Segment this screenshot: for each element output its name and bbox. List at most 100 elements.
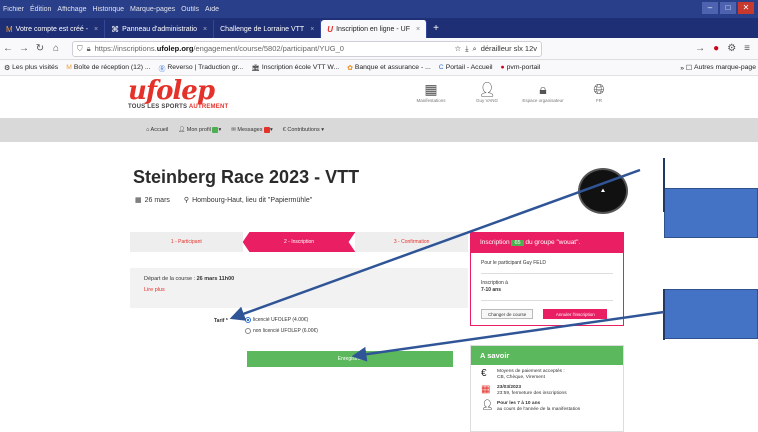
tab-inscription[interactable]: U Inscription en ligne - UF × (321, 20, 428, 38)
mail-icon: M (6, 24, 13, 34)
menu-aide[interactable]: Aide (202, 6, 222, 13)
window-controls: – □ ✕ (702, 2, 754, 14)
category-label: Inscription à (481, 280, 508, 286)
radio-licencie[interactable] (245, 317, 251, 323)
header-link-language[interactable]: 🌐︎ FR (580, 80, 618, 103)
tab-mail[interactable]: M Votre compte est créé - × (0, 20, 106, 38)
forward-icon[interactable]: → (16, 43, 32, 54)
bookmark-item[interactable]: C Portail - Accueil (435, 64, 497, 71)
bookmark-item[interactable]: Ⓡ Reverso | Traduction gr... (155, 63, 248, 73)
tab-challenge[interactable]: Challenge de Lorraine VTT × (214, 20, 322, 38)
adblock-icon[interactable]: ● (713, 43, 719, 54)
info-item-deadline: ▦ 23/03/2023 23:59, fermeture des inscrip… (481, 384, 567, 397)
inscription-header: Inscription 65 du groupe "wouat". (471, 233, 623, 253)
inscription-actions: Changer de course Annuler l'inscription (481, 309, 613, 319)
tab-label: Inscription en ligne - UF (336, 25, 410, 33)
shield-icon: ⛉ (77, 43, 83, 53)
tab-bar: M Votre compte est créé - × ⌘ Panneau d'… (0, 18, 758, 38)
close-tab-icon[interactable]: × (94, 26, 98, 33)
subnav-profil[interactable]: 👤︎ Mon profil ▾ (178, 127, 221, 133)
portal-icon: C (438, 64, 444, 71)
tarif-option-licencie[interactable]: licencié UFOLEP (4.00€) (245, 317, 308, 323)
header-link-organisateur[interactable]: 🔒︎ Espace organisateur (522, 80, 563, 103)
bookmark-item[interactable]: 🏛︎ Inscription école VTT W... (247, 64, 343, 72)
header-links: ▦ Manifestations 👤︎ Guy VANG 🔒︎ Espace o… (412, 80, 618, 103)
event-meta: ▦ 26 mars ⚲ Hombourg-Haut, lieu dit "Papie… (135, 196, 312, 204)
user-icon: 👤︎ (178, 127, 187, 133)
annotation-box-bottom (664, 289, 758, 339)
close-tab-icon[interactable]: × (310, 26, 314, 33)
url-text: https://inscriptions.ufolep.org/engageme… (94, 44, 344, 53)
info-panel: A savoir € Moyens de paiement acceptés :… (470, 345, 624, 432)
maximize-icon[interactable]: □ (720, 2, 736, 14)
close-tab-icon[interactable]: × (416, 26, 420, 33)
subnav-messages[interactable]: ✉ Messages ▾ (231, 127, 273, 133)
subnav-contributions[interactable]: € Contributions ▾ (283, 127, 324, 133)
radio-non-licencie[interactable] (245, 328, 251, 334)
download-icon[interactable]: ⤓ (465, 44, 468, 54)
site-header: ufolep TOUS LES SPORTS AUTREMENT ▦ Manif… (0, 76, 758, 118)
logo-tagline: TOUS LES SPORTS AUTREMENT (128, 104, 229, 110)
menu-edition[interactable]: Édition (27, 6, 54, 13)
header-link-manifestations[interactable]: ▦ Manifestations (412, 80, 450, 103)
forward-arrow-icon[interactable]: → (695, 43, 705, 54)
menu-marque-pages[interactable]: Marque-pages (127, 6, 178, 13)
tab-label: Panneau d'administratio (122, 25, 198, 33)
url-search: ☆ ⤓ ⌕ dérailleur slx 12v (454, 44, 537, 54)
logo-wordmark: ufolep (128, 76, 215, 106)
mail-icon: M (66, 64, 72, 71)
bookmark-item[interactable]: ● pvm-portail (497, 64, 545, 71)
calendar-icon: ▦ (135, 197, 142, 204)
close-tab-icon[interactable]: × (203, 26, 207, 33)
submit-button[interactable]: Enregistrer (247, 351, 453, 367)
depart-info: Départ de la course : 26 mars 11h00 Lire… (130, 268, 468, 308)
depart-time: 26 mars 11h00 (196, 276, 235, 282)
ufolep-logo[interactable]: ufolep TOUS LES SPORTS AUTREMENT (128, 76, 229, 110)
change-course-button[interactable]: Changer de course (481, 309, 534, 319)
other-bookmarks[interactable]: » ☐ Autres marque-page (676, 64, 758, 72)
bank-flower-icon: ✿ (347, 64, 353, 72)
gear-icon: ⚙ (4, 64, 11, 72)
menu-historique[interactable]: Historique (89, 6, 127, 13)
messages-badge (264, 127, 270, 133)
profil-badge (212, 127, 219, 133)
reload-icon[interactable]: ↻ (32, 43, 48, 54)
tab-label: Votre compte est créé - (15, 25, 89, 33)
search-query: dérailleur slx 12v (480, 44, 537, 53)
bookmark-item[interactable]: ⚙ Les plus visités (0, 64, 62, 72)
participant-text: Pour le participant Guy FELD (481, 260, 547, 266)
tarif-option-non-licencie[interactable]: non licencié UFOLEP (6.00€) (245, 328, 318, 334)
home-icon[interactable]: ⌂ (48, 43, 64, 54)
step-confirmation: 3 - Confirmation (355, 232, 469, 252)
extensions-icon[interactable]: ⚙ (727, 43, 736, 54)
bookmark-item[interactable]: ✿ Banque et assurance - ... (343, 64, 435, 72)
menu-outils[interactable]: Outils (178, 6, 202, 13)
cancel-inscription-button[interactable]: Annuler l'inscription (543, 309, 608, 319)
back-icon[interactable]: ← (0, 43, 16, 54)
bookmark-item[interactable]: M Boîte de réception (12) ... (62, 64, 154, 71)
minimize-icon[interactable]: – (702, 2, 718, 14)
header-link-user[interactable]: 👤︎ Guy VANG (468, 80, 506, 103)
url-bar[interactable]: ⛉ 🔒︎ https://inscriptions.ufolep.org/eng… (72, 40, 542, 57)
bookmark-star-icon[interactable]: ☆ (454, 44, 461, 53)
divider (481, 300, 613, 301)
progress-steps: 1 - Participant 2 - Inscription 3 - Conf… (130, 232, 469, 252)
ufolep-icon: U (327, 24, 334, 34)
tarif-label: Tarif * (214, 318, 228, 324)
menu-affichage[interactable]: Affichage (54, 6, 89, 13)
map-marker-icon: ⚲ (183, 197, 190, 204)
navigation-bar: ← → ↻ ⌂ ⛉ 🔒︎ https://inscriptions.ufolep… (0, 38, 758, 60)
calendar-icon: ▦ (481, 384, 491, 395)
event-date: ▦ 26 mars (135, 197, 170, 204)
menu-fichier[interactable]: Fichier (0, 6, 27, 13)
read-more-link[interactable]: Lire plus (144, 287, 454, 293)
subnav-accueil[interactable]: ⌂ Accueil (146, 127, 168, 133)
tab-admin[interactable]: ⌘ Panneau d'administratio × (105, 20, 215, 38)
new-tab-icon[interactable]: + (427, 20, 445, 38)
event-location: ⚲ Hombourg-Haut, lieu dit "Papiermühle" (183, 197, 313, 204)
info-item-payment: € Moyens de paiement acceptés : CB, Chèqu… (481, 368, 565, 381)
close-window-icon[interactable]: ✕ (738, 2, 754, 14)
overflow-menu-icon[interactable]: ≡ (744, 43, 750, 54)
step-participant: 1 - Participant (130, 232, 243, 252)
user-icon: 👤︎ (478, 81, 496, 97)
